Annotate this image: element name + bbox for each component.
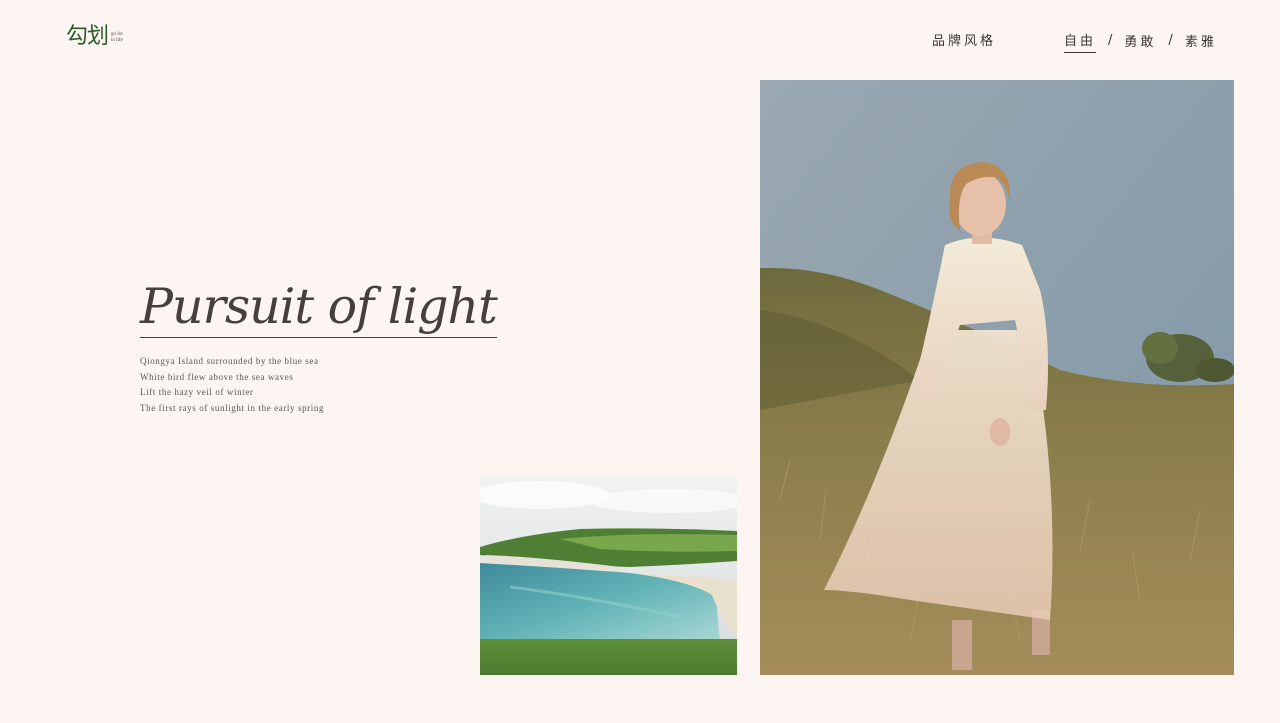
coast-photo [480,477,737,675]
nav-separator: / [1108,32,1113,48]
hero-description: Qiongya Island surrounded by the blue se… [140,354,324,416]
nav-brand-style[interactable]: 品牌风格 [932,30,996,49]
hero-line: Lift the hazy veil of winter [140,387,254,397]
hero-title: Pursuit of light [140,278,498,338]
nav-separator: / [1168,32,1173,48]
brand-logo[interactable]: 勾划 go for in life [66,26,123,48]
model-photo [760,80,1234,675]
logo-mark: 勾划 [66,24,109,49]
style-nav: 自由 / 勇敢 / 素雅 [1064,30,1217,53]
hero-line: The first rays of sunlight in the early … [140,402,325,413]
model-photo-image [760,80,1234,675]
logo-tagline: go for in life [111,32,123,44]
nav-item-brave[interactable]: 勇敢 [1124,31,1156,53]
logo-tagline-line-2: in life [111,38,123,43]
coast-photo-image [480,477,737,675]
nav-item-freedom[interactable]: 自由 [1064,30,1097,53]
hero-line: White bird flew above the sea waves [140,371,294,382]
hero-line: Qiongya Island surrounded by the blue se… [140,356,319,366]
nav-item-elegant[interactable]: 素雅 [1185,31,1217,53]
